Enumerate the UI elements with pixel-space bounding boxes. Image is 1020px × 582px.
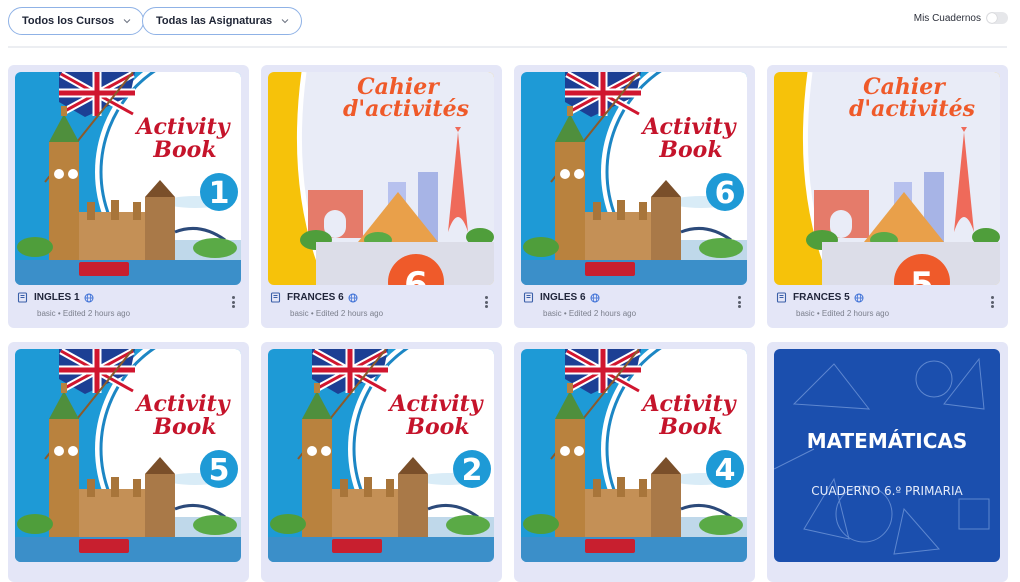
notebook-title: FRANCES 5 (793, 292, 850, 303)
activity-book-cover-art: Activity Book 6 (521, 72, 747, 285)
my-notebooks-toggle-group: Mis Cuadernos (914, 12, 1008, 24)
notebook-cover[interactable]: Activity Book 2 (268, 349, 494, 562)
notebook-subtitle: basic • Edited 2 hours ago (37, 309, 131, 318)
cover-title-word2: Book (405, 414, 469, 440)
toolbar-divider (8, 46, 1007, 48)
courses-filter-dropdown[interactable]: Todos los Cursos (8, 7, 145, 35)
cover-number: 5 (209, 453, 230, 488)
notebook-card[interactable]: Cahier d'activités 6 FRANCES 6 basic • E… (261, 65, 502, 328)
notebook-cover[interactable]: MATEMÁTICAS CUADERNO 6.º PRIMARIA (774, 349, 1000, 562)
cahier-cover-art: Cahier d'activités 5 (774, 72, 1000, 285)
cover-number: 6 (715, 176, 736, 211)
cover-title-word2: d'activités (343, 96, 469, 122)
globe-icon (854, 293, 864, 302)
notebook-subtitle: basic • Edited 2 hours ago (796, 309, 890, 318)
notebook-title: INGLES 1 (34, 292, 80, 303)
notebook-title-row: FRANCES 5 (776, 292, 864, 303)
more-vertical-icon[interactable] (485, 296, 489, 308)
cover-title-word2: Book (152, 137, 216, 163)
notebook-icon (523, 292, 534, 303)
cover-title-word2: Book (152, 414, 216, 440)
notebook-title-row: INGLES 6 (523, 292, 600, 303)
subjects-filter-dropdown[interactable]: Todas las Asignaturas (142, 7, 303, 35)
notebook-subtitle: basic • Edited 2 hours ago (290, 309, 384, 318)
toolbar: Todos los Cursos Todas las Asignaturas M… (0, 0, 1020, 48)
notebook-cover[interactable]: Cahier d'activités 6 (268, 72, 494, 285)
activity-book-cover-art: Activity Book 1 (15, 72, 241, 285)
notebook-cover[interactable]: Activity Book 1 (15, 72, 241, 285)
math-cover-art: MATEMÁTICAS CUADERNO 6.º PRIMARIA (774, 349, 1000, 562)
notebook-card[interactable]: Activity Book 1 INGLES 1 basic • Edited … (8, 65, 249, 328)
cover-number: 4 (715, 453, 736, 488)
notebook-title: FRANCES 6 (287, 292, 344, 303)
notebook-title-row: INGLES 1 (17, 292, 94, 303)
cover-number: 5 (910, 265, 934, 285)
notebook-card[interactable]: Cahier d'activités 5 FRANCES 5 basic • E… (767, 65, 1008, 328)
notebook-card[interactable]: MATEMÁTICAS CUADERNO 6.º PRIMARIA (767, 342, 1008, 582)
cover-number: 6 (404, 265, 428, 285)
notebook-cover[interactable]: Cahier d'activités 5 (774, 72, 1000, 285)
cover-title-word2: CUADERNO 6.º PRIMARIA (811, 484, 963, 498)
notebook-title: INGLES 6 (540, 292, 586, 303)
more-vertical-icon[interactable] (738, 296, 742, 308)
cover-number: 2 (462, 453, 483, 488)
my-notebooks-toggle[interactable] (986, 12, 1008, 24)
cover-title-word2: Book (658, 137, 722, 163)
my-notebooks-label: Mis Cuadernos (913, 12, 981, 24)
cover-number: 1 (209, 176, 230, 211)
notebook-cover[interactable]: Activity Book 6 (521, 72, 747, 285)
cover-title-word2: Book (658, 414, 722, 440)
notebook-card[interactable]: Activity Book 6 INGLES 6 basic • Edited … (514, 65, 755, 328)
globe-icon (590, 293, 600, 302)
chevron-down-icon (281, 19, 289, 24)
notebook-card[interactable]: Activity Book 2 (261, 342, 502, 582)
globe-icon (348, 293, 358, 302)
notebook-subtitle: basic • Edited 2 hours ago (543, 309, 637, 318)
notebook-cover[interactable]: Activity Book 5 (15, 349, 241, 562)
cover-title-word1: MATEMÁTICAS (807, 429, 968, 453)
subjects-filter-label: Todas las Asignaturas (156, 15, 273, 27)
notebook-icon (776, 292, 787, 303)
activity-book-cover-art: Activity Book 2 (268, 349, 494, 562)
activity-book-cover-art: Activity Book 5 (15, 349, 241, 562)
courses-filter-label: Todos los Cursos (22, 15, 115, 27)
globe-icon (84, 293, 94, 302)
toggle-knob (987, 13, 997, 23)
chevron-down-icon (123, 19, 131, 24)
notebook-card[interactable]: Activity Book 5 (8, 342, 249, 582)
cover-title-word2: d'activités (849, 96, 975, 122)
activity-book-cover-art: Activity Book 4 (521, 349, 747, 562)
more-vertical-icon[interactable] (991, 296, 995, 308)
notebook-cover[interactable]: Activity Book 4 (521, 349, 747, 562)
notebook-icon (17, 292, 28, 303)
notebook-title-row: FRANCES 6 (270, 292, 358, 303)
notebook-card[interactable]: Activity Book 4 (514, 342, 755, 582)
more-vertical-icon[interactable] (232, 296, 236, 308)
notebook-icon (270, 292, 281, 303)
cahier-cover-art: Cahier d'activités 6 (268, 72, 494, 285)
